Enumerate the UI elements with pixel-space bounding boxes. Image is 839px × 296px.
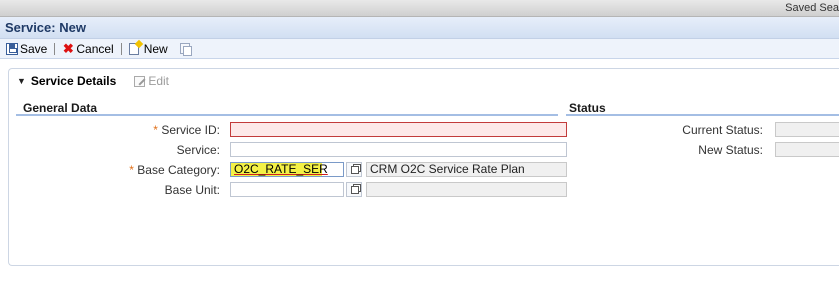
collapse-caret-icon[interactable]: ▼ xyxy=(17,76,26,86)
service-label: Service: xyxy=(176,143,220,157)
base-unit-label: Base Unit: xyxy=(164,183,220,197)
toolbar-separator xyxy=(120,42,122,55)
required-marker: * xyxy=(129,163,134,177)
status-underline xyxy=(566,114,839,116)
toolbar-separator xyxy=(54,42,56,55)
current-status-label: Current Status: xyxy=(682,123,763,137)
cancel-button-label: Cancel xyxy=(76,41,114,56)
page-title-bar: Service: New xyxy=(0,17,839,39)
service-id-label-text: Service ID: xyxy=(161,123,220,137)
base-category-value: O2C_RATE_SER xyxy=(234,162,328,176)
new-status-select[interactable] xyxy=(775,142,839,157)
base-category-input[interactable]: O2C_RATE_SER xyxy=(230,162,344,177)
service-input[interactable] xyxy=(230,142,567,157)
cancel-button[interactable]: ✖ Cancel xyxy=(62,40,114,56)
save-button-label: Save xyxy=(20,41,48,56)
edit-button-label: Edit xyxy=(148,74,169,88)
new-button[interactable]: New xyxy=(128,41,168,56)
save-button[interactable]: Save xyxy=(6,42,47,56)
service-id-label: * Service ID: xyxy=(153,123,220,137)
base-category-label-text: Base Category: xyxy=(137,163,220,177)
value-help-icon[interactable] xyxy=(346,162,362,177)
saved-searches-link[interactable]: Saved Sea xyxy=(785,2,839,14)
toolbar: Save ✖ Cancel New xyxy=(0,39,839,59)
new-status-label: New Status: xyxy=(698,143,763,157)
value-help-icon[interactable] xyxy=(346,182,362,197)
base-unit-description xyxy=(366,182,567,197)
edit-button[interactable]: Edit xyxy=(134,74,169,88)
save-icon xyxy=(6,42,18,55)
cancel-icon: ✖ xyxy=(62,40,74,56)
base-unit-input[interactable] xyxy=(230,182,344,197)
panel-title: Service Details xyxy=(30,74,117,88)
page-title: Service: New xyxy=(5,20,86,35)
copy-icon[interactable] xyxy=(179,43,192,56)
new-button-label: New xyxy=(143,41,168,56)
edit-icon xyxy=(134,75,146,87)
current-status-field xyxy=(775,122,839,137)
base-category-label: * Base Category: xyxy=(129,163,220,177)
new-document-icon xyxy=(128,42,139,55)
general-data-heading: General Data xyxy=(23,101,98,115)
base-category-description: CRM O2C Service Rate Plan xyxy=(366,162,567,177)
general-data-underline xyxy=(16,114,558,116)
top-bar: Saved Sea xyxy=(0,0,839,17)
status-heading: Status xyxy=(569,101,606,115)
service-id-input[interactable] xyxy=(230,122,567,137)
panel-header: ▼ Service Details Edit xyxy=(17,74,169,88)
required-marker: * xyxy=(153,123,158,137)
